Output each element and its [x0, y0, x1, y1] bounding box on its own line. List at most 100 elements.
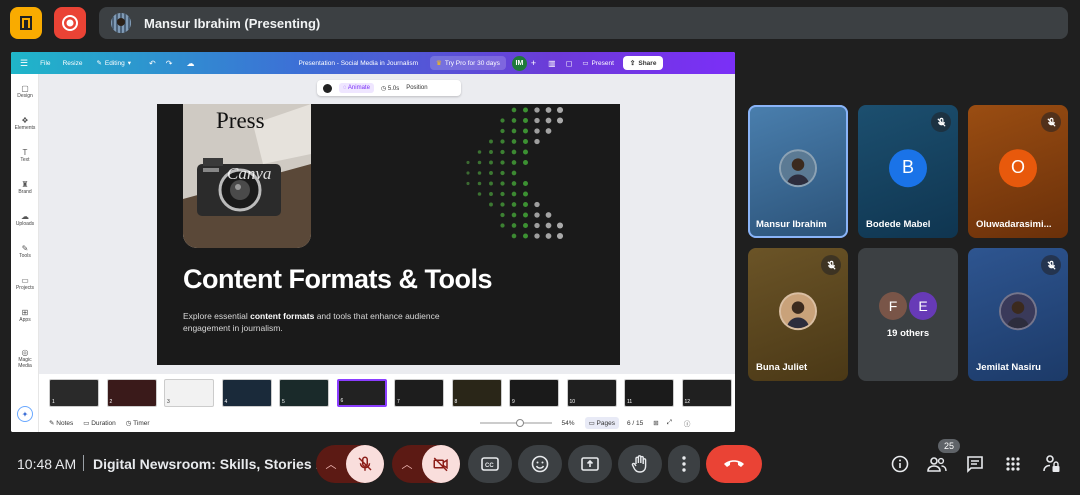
sidebar-label: Projects	[15, 285, 35, 291]
camera-off-button[interactable]	[422, 445, 460, 483]
host-controls-button[interactable]	[1040, 452, 1064, 476]
slide-thumbnail[interactable]: 9	[509, 379, 559, 407]
chevron-dot	[511, 160, 517, 165]
file-menu[interactable]: File	[40, 60, 50, 67]
participant-tile[interactable]: Buna Juliet	[748, 248, 848, 381]
participant-tile[interactable]: Jemilat Nasiru	[968, 248, 1068, 381]
participant-tile[interactable]: B Bodede Mabel	[858, 105, 958, 238]
slide-thumbnail[interactable]: 7	[394, 379, 444, 407]
zoom-slider[interactable]	[479, 419, 552, 427]
slide-thumbnail[interactable]: 4	[221, 379, 272, 407]
people-button[interactable]	[925, 452, 949, 476]
avatar: B	[889, 148, 927, 187]
cloud-save-icon[interactable]: ☁	[186, 59, 194, 68]
menu-icon[interactable]: ☰	[20, 58, 28, 69]
slide-thumbnail[interactable]: 2	[106, 379, 157, 407]
avatar: F	[879, 292, 907, 320]
brand-icon: ♜	[21, 180, 29, 189]
clock: 10:48 AM	[17, 456, 77, 472]
position-button[interactable]: Position	[406, 85, 427, 91]
notes-button[interactable]: ✎ Notes	[49, 419, 73, 427]
share-button[interactable]: ⇪ Share	[622, 56, 664, 70]
chevron-dot	[545, 107, 552, 113]
sidebar-item-design[interactable]: ▢ Design	[11, 84, 39, 99]
activities-button[interactable]	[1001, 452, 1025, 476]
user-avatar[interactable]: IM	[511, 55, 527, 71]
lock-person-icon	[1043, 455, 1060, 472]
participant-tile[interactable]: Mansur Ibrahim	[748, 105, 848, 238]
sidebar-item-magic-media[interactable]: ◎ Magic Media	[11, 348, 39, 369]
leave-call-button[interactable]	[706, 445, 762, 483]
zoom-slider-thumb[interactable]	[515, 419, 524, 427]
document-title[interactable]: Presentation - Social Media in Journalis…	[298, 60, 418, 67]
chevron-dot	[500, 170, 505, 176]
meeting-logo-icon[interactable]	[10, 7, 42, 39]
editing-label: Editing	[104, 59, 125, 67]
animate-button[interactable]: ◌ Animate	[339, 83, 374, 93]
sidebar-item-uploads[interactable]: ☁ Uploads	[11, 212, 39, 227]
fullscreen-icon[interactable]: ⤢	[667, 419, 672, 427]
chat-button[interactable]	[963, 452, 987, 476]
sidebar-item-brand[interactable]: ♜ Brand	[11, 180, 39, 195]
presenter-avatar	[111, 13, 131, 33]
raise-hand-button[interactable]	[618, 445, 662, 483]
sidebar-item-apps[interactable]: ⊞ Apps	[11, 308, 39, 323]
mic-off-button[interactable]	[346, 445, 384, 483]
captions-button[interactable]: CC	[468, 445, 512, 483]
grid-view-icon[interactable]: ⊞	[653, 419, 658, 427]
timer-label: Timer	[133, 420, 150, 427]
thumbnail-number: 11	[627, 399, 633, 405]
slide-thumbnail[interactable]: 1	[49, 379, 99, 407]
sidebar-item-tools[interactable]: ✎ Tools	[11, 244, 39, 259]
try-pro-button[interactable]: ♛ Try Pro for 30 days	[430, 56, 506, 70]
emoji-icon	[531, 455, 549, 473]
slide-thumbnail[interactable]: 6	[336, 379, 387, 407]
chevron-dot	[534, 138, 540, 145]
undo-icon[interactable]: ↶	[149, 59, 156, 68]
sidebar-item-text[interactable]: T Text	[11, 148, 39, 163]
slide-thumbnail[interactable]: 8	[451, 379, 502, 407]
duration-bottom-button[interactable]: ▭ Duration	[83, 419, 116, 427]
present-screen-button[interactable]	[568, 445, 612, 483]
slide-thumbnail[interactable]: 10	[566, 379, 617, 407]
add-collaborator-icon[interactable]: +	[531, 58, 536, 68]
redo-icon[interactable]: ↷	[166, 59, 173, 68]
canva-menubar: ☰ File Resize ✎ Editing ▾ ↶ ↷ ☁ Presentati…	[11, 52, 735, 74]
chevron-dot	[489, 192, 493, 196]
participant-tile[interactable]: F E 19 others	[858, 248, 958, 381]
resize-menu[interactable]: Resize	[63, 60, 83, 67]
timer-button[interactable]: ◷ Timer	[126, 419, 150, 427]
reactions-button[interactable]	[518, 445, 562, 483]
comment-icon[interactable]: ◻	[566, 59, 573, 68]
slide-thumbnail[interactable]: 12	[681, 379, 732, 407]
slide-thumbnail[interactable]: 5	[279, 379, 329, 407]
sidebar-item-elements[interactable]: ❖ Elements	[11, 116, 39, 131]
chevron-dot	[511, 212, 517, 218]
thumbnail-number: 9	[512, 399, 515, 405]
slide-thumbnail[interactable]: 3	[164, 379, 214, 407]
present-button[interactable]: ▭ Present	[582, 59, 614, 68]
chevron-dot	[477, 160, 482, 165]
help-icon[interactable]: ⓘ	[684, 418, 691, 428]
color-swatch[interactable]	[323, 83, 332, 93]
audio-options-chevron-icon[interactable]: ︿	[316, 456, 346, 472]
more-options-button[interactable]	[668, 445, 700, 483]
slide-thumbnail[interactable]: 11	[624, 379, 674, 407]
chevron-dot	[466, 181, 470, 186]
meeting-title[interactable]: Digital Newsroom: Skills, Stories ...	[93, 456, 327, 472]
pages-button[interactable]: ▭ Pages	[584, 417, 619, 429]
meeting-info-icon[interactable]	[888, 452, 912, 476]
recording-icon[interactable]	[54, 7, 86, 39]
zoom-value[interactable]: 54%	[562, 420, 575, 427]
duration-button[interactable]: ◷ 5.0s	[381, 85, 399, 92]
people-icon	[927, 457, 947, 472]
analytics-icon[interactable]: ▥	[548, 59, 556, 68]
video-options-chevron-icon[interactable]: ︿	[392, 456, 422, 472]
editing-menu[interactable]: ✎ Editing ▾	[96, 59, 131, 68]
sidebar-item-projects[interactable]: ▭ Projects	[11, 276, 39, 291]
magic-assistant-button[interactable]: ✦	[11, 406, 39, 422]
chevron-dot	[489, 171, 493, 175]
sidebar-label: Uploads	[15, 221, 35, 227]
slide[interactable]: Press Canva Content Formats & Tools Expl…	[157, 104, 620, 365]
participant-tile[interactable]: O Oluwadarasimi...	[968, 105, 1068, 238]
